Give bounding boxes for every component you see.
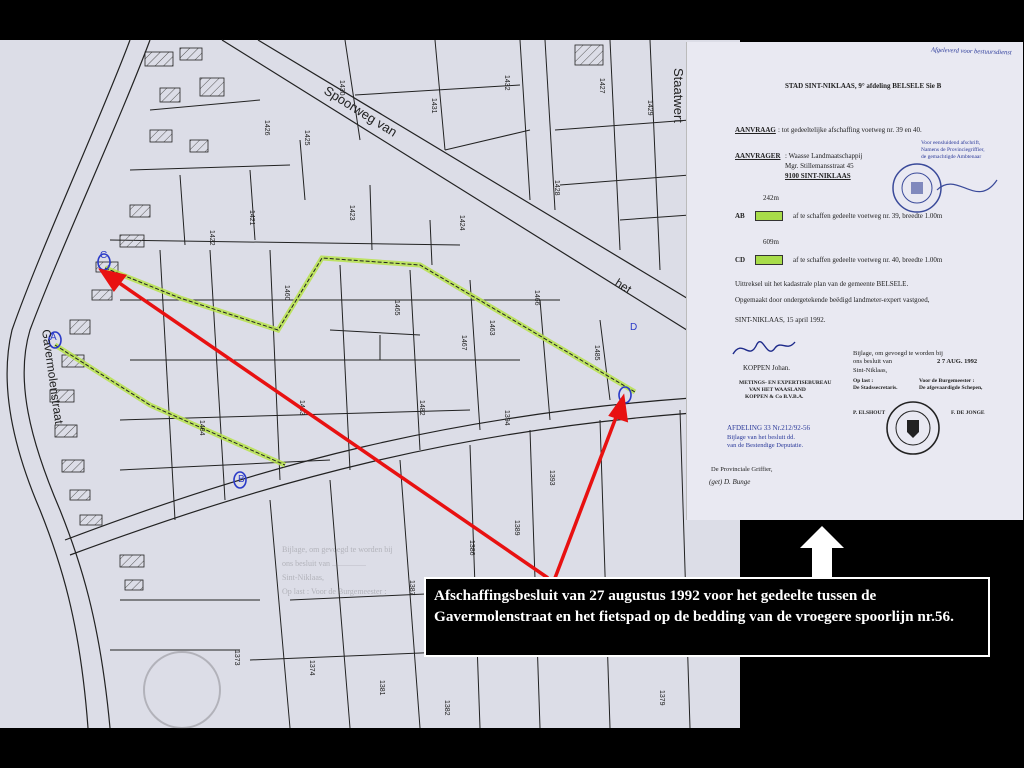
name-left: P. ELSHOUT [853,410,886,416]
made-text: Opgemaakt door ondergetekende beëdigd la… [735,296,930,304]
parcel-number: 1426 [263,120,270,136]
parcel-number: 1428 [553,180,560,196]
point-label: D [630,322,637,333]
parcel-number: 1431 [430,98,437,114]
official-stamp-icon [892,163,998,213]
caption-text: Afschaffingsbesluit van 27 augustus 1992… [434,587,954,625]
parcel-number: 1484 [198,420,205,436]
svg-text:Sint-Niklaas,: Sint-Niklaas, [282,573,324,582]
ab-label: AB [735,212,745,220]
parcel-number: 1387 [408,580,415,596]
cd-label: CD [735,256,746,264]
council-date: 2 7 AUG. 1992 [937,358,978,365]
name-right: F. DE JONGE [951,410,985,416]
parcel-number: 1386 [468,540,475,556]
up-arrow-icon [800,526,844,578]
aanvraag-label: AANVRAAG [735,126,776,134]
place-date: SINT-NIKLAAS, 15 april 1992. [735,316,826,324]
svg-text:ons besluit van ..............: ons besluit van ................. [282,559,366,568]
extract-text: Uittreksel uit het kadastrale plan van d… [735,280,909,288]
parcel-number: 1394 [503,410,510,426]
parcel-number: 1425 [303,130,310,146]
point-label: C [100,250,107,261]
parcel-number: 1374 [308,660,315,676]
cd-text: af te schaffen gedeelte voetweg nr. 40, … [793,256,943,264]
parcel-number: 1429 [646,100,653,116]
afdeling-note-2: van de Bestendige Deputatie. [727,442,804,449]
parcel-number: 1466 [533,290,540,306]
parcel-number: 1421 [248,210,255,226]
parcel-number: 1382 [443,700,450,716]
firm-line3: KOPPEN & Co B.V.B.A. [745,394,804,400]
parcel-number: 1482 [418,400,425,416]
parcel-number: 1465 [393,300,400,316]
parcel-number: 1463 [488,320,495,336]
parcel-number: 1381 [378,680,385,696]
parcel-number: 1379 [658,690,665,706]
council-line1: Bijlage, om gevoegd te worden bij [853,350,943,357]
cd-swatch [755,255,783,265]
firm-line2: VAN HET WAASLAND [749,387,806,393]
svg-text:Op last : Voor de Burge: Op last : Voor de Burgemeester : [282,587,386,596]
council-line3: Sint-Niklaas, [853,367,888,374]
parcel-number: 1430 [338,80,345,96]
point-label: B [238,474,245,485]
afdeling: AFDELING 33 Nr.212/92-56 [727,424,811,432]
parcel-number: 1432 [503,75,510,91]
signature-icon [732,341,796,355]
parcel-number: 1423 [348,205,355,221]
firm-line1: METINGS- EN EXPERTISEBUREAU [739,380,832,386]
parcel-number: 1427 [598,78,605,94]
aanvrager-line2: Mgr. Stillemansstraat 45 [785,162,854,170]
ab-text: af te schaffen gedeelte voetweg nr. 39, … [793,212,943,220]
council-line2: ons besluit van [853,358,892,365]
aanvrager-line1: : Waasse Landmaatschappij [785,152,863,160]
caption-box: Afschaffingsbesluit van 27 augustus 1992… [424,577,990,657]
document-heading: STAD SINT-NIKLAAS, 9° afdeling BELSELE S… [785,82,942,90]
parcel-number: 1393 [548,470,555,486]
parcel-number: 1460 [283,285,290,301]
street-label-2: Staatwert [671,68,686,123]
signer: KOPPEN Johan. [743,364,791,372]
parcel-number: 1424 [458,215,465,231]
parcel-number: 1389 [513,520,520,536]
afdeling-note: Bijlage van het besluit dd. [727,434,796,441]
top-stamp: Afgeleverd voor bestuursdienst [930,46,1012,57]
griffier: De Provinciale Griffier, [711,466,773,473]
decision-document: Afgeleverd voor bestuursdienst STAD SINT… [686,42,1023,520]
parcel-number: 1485 [593,345,600,361]
parcel-number: 1467 [460,335,467,351]
parcel-number: 1422 [208,230,215,246]
griffier-sig: (get) D. Bunge [709,478,751,486]
council-order: Op last : [853,378,874,384]
point-label: A [50,332,57,343]
aanvrager-label: AANVRAGER [735,152,781,160]
ab-swatch [755,211,783,221]
ab-length: 242m [763,194,779,202]
aanvrager-line3: 9100 SINT-NIKLAAS [785,172,851,180]
aanvraag-text: : tot gedeeltelijke afschaffing voetweg … [778,126,922,134]
cd-length: 609m [763,238,779,246]
council-secretary: De Stadssecretaris. [853,385,898,391]
stamp-text-2: Namens de Provinciegriffier, [921,147,985,153]
stamp-text-1: Voor eensluidend afschrift, [921,140,981,146]
council-alderman: De afgevaardigde Schepen, [919,385,983,391]
svg-text:Bijlage, om gevoegd te worden: Bijlage, om gevoegd te worden bij [282,545,393,554]
council-mayor: Voor de Burgemeester : [919,378,975,384]
city-seal-icon [886,401,940,455]
parcel-number: 1373 [233,650,240,666]
